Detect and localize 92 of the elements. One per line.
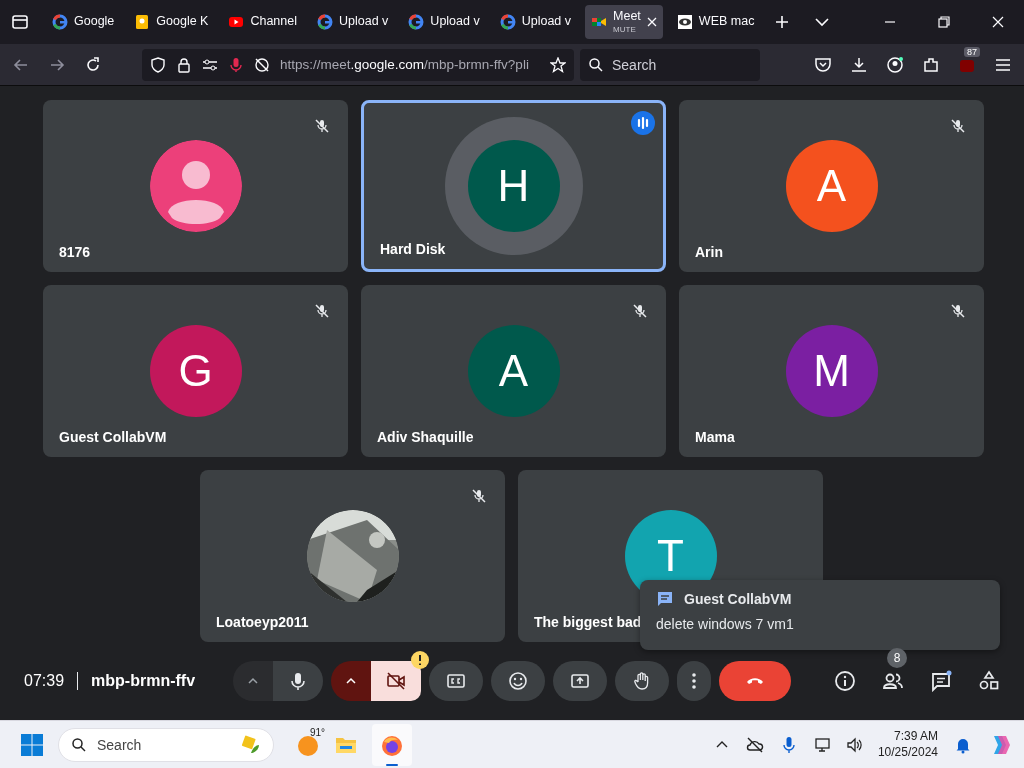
more-icon [692, 673, 697, 689]
browser-tab[interactable]: WEB mac [670, 5, 761, 39]
tab-list-icon[interactable] [10, 12, 30, 32]
shield-icon[interactable] [150, 56, 166, 73]
smiley-icon [508, 671, 529, 691]
play-icon [228, 14, 245, 30]
chat-icon[interactable] [930, 670, 952, 692]
taskbar-search-field[interactable]: Search [58, 727, 274, 762]
more-options-button[interactable] [677, 661, 712, 701]
participant-name: Loatoeyp2011 [216, 614, 309, 630]
search-icon [71, 736, 87, 753]
camera-off-icon [386, 671, 407, 691]
reload-icon[interactable] [84, 55, 102, 74]
browser-tab[interactable]: Upload v [311, 5, 395, 39]
browser-tab[interactable]: Upload v [402, 5, 486, 39]
tab-title: WEB mac [698, 14, 755, 30]
participant-name: Arin [695, 244, 723, 260]
extension-badge: 87 [964, 46, 980, 57]
chat-message: delete windows 7 vm1 [656, 616, 795, 632]
raise-hand-button[interactable] [615, 661, 670, 701]
present-icon [570, 671, 591, 691]
tab-title: Upload v [521, 14, 572, 30]
address-bar[interactable]: https://meet.google.com/mbp-brmn-ffv?pli [142, 48, 574, 81]
search-placeholder: Search [97, 736, 143, 753]
video-options-button[interactable] [331, 661, 372, 701]
puzzle-icon[interactable] [922, 55, 940, 74]
participant-name: The biggest bad [534, 614, 642, 630]
pocket-icon[interactable] [814, 55, 832, 74]
participant-name: Hard Disk [380, 241, 446, 257]
star-icon[interactable] [550, 56, 566, 73]
leave-call-button[interactable] [719, 661, 792, 701]
tab-title: Channel [250, 14, 297, 30]
participant-name: Guest CollabVM [59, 429, 167, 445]
lock-icon[interactable] [176, 56, 192, 73]
chat-icon [656, 590, 674, 608]
download-icon[interactable] [850, 55, 868, 74]
camera-off-icon[interactable] [254, 56, 270, 73]
microphone-icon[interactable] [228, 56, 244, 73]
browser-tab[interactable]: Channel [222, 5, 303, 39]
search-placeholder: Search [612, 56, 657, 73]
url-text[interactable]: https://meet.google.com/mbp-brmn-ffv?pli [280, 57, 540, 72]
network-icon[interactable] [813, 735, 832, 754]
chat-notification[interactable]: Guest CollabVM delete windows 7 vm1 [640, 580, 1000, 650]
avatar-initial: H [497, 161, 530, 211]
browser-tab[interactable]: Google K [128, 5, 215, 39]
tab-title: Meet [613, 9, 641, 25]
browser-tab[interactable]: Google [46, 5, 121, 39]
people-count-badge: 8 [887, 648, 907, 668]
avatar-initial: A [498, 346, 529, 396]
account-icon[interactable] [886, 55, 904, 74]
tab-title: Google K [156, 14, 209, 30]
restore-icon[interactable] [936, 14, 952, 30]
cloud-off-icon[interactable] [745, 735, 764, 754]
clock-date: 10/25/2024 [877, 744, 938, 761]
new-tab-icon[interactable] [774, 14, 791, 30]
search-field[interactable]: Search [580, 48, 760, 81]
reactions-button[interactable] [491, 661, 546, 701]
taskbar-clock[interactable]: 7:39 AM 10/25/2024 [877, 728, 938, 761]
meeting-time: 07:39 [24, 672, 65, 690]
participant-name: 8176 [59, 244, 91, 260]
info-icon[interactable] [834, 670, 856, 692]
avatar-initial: G [178, 346, 213, 396]
captions-button[interactable] [429, 661, 484, 701]
microphone-button[interactable] [273, 661, 324, 701]
camera-button[interactable] [371, 661, 422, 701]
search-icon [588, 56, 604, 73]
audio-level-icon [631, 111, 655, 135]
tab-sublabel: MUTE [613, 24, 637, 35]
speaker-icon[interactable] [845, 735, 864, 754]
participant-name: Mama [695, 429, 735, 445]
avatar-initial: T [657, 531, 684, 581]
tab-title: Upload v [430, 14, 480, 30]
present-button[interactable] [553, 661, 608, 701]
warning-icon [411, 651, 430, 669]
meeting-code: mbp-brmn-ffv [91, 672, 196, 690]
sliders-icon[interactable] [202, 56, 218, 73]
browser-tab[interactable]: Upload v [493, 5, 578, 39]
activities-icon[interactable] [978, 670, 1000, 692]
temperature: 91° [310, 726, 326, 738]
captions-icon [446, 671, 467, 691]
chat-sender: Guest CollabVM [684, 591, 792, 607]
avatar-initial: M [813, 346, 850, 396]
eye-icon [676, 14, 693, 30]
avatar-initial: A [816, 161, 847, 211]
windows-start-icon[interactable] [20, 732, 44, 757]
tab-title: Google [74, 14, 115, 30]
close-icon[interactable] [990, 14, 1006, 30]
tab-title: Upload v [339, 14, 389, 30]
browser-tab[interactable]: Meet MUTE [585, 5, 663, 39]
participant-name: Adiv Shaquille [377, 429, 474, 445]
close-icon[interactable] [646, 17, 657, 27]
clock-time: 7:39 AM [893, 728, 938, 745]
